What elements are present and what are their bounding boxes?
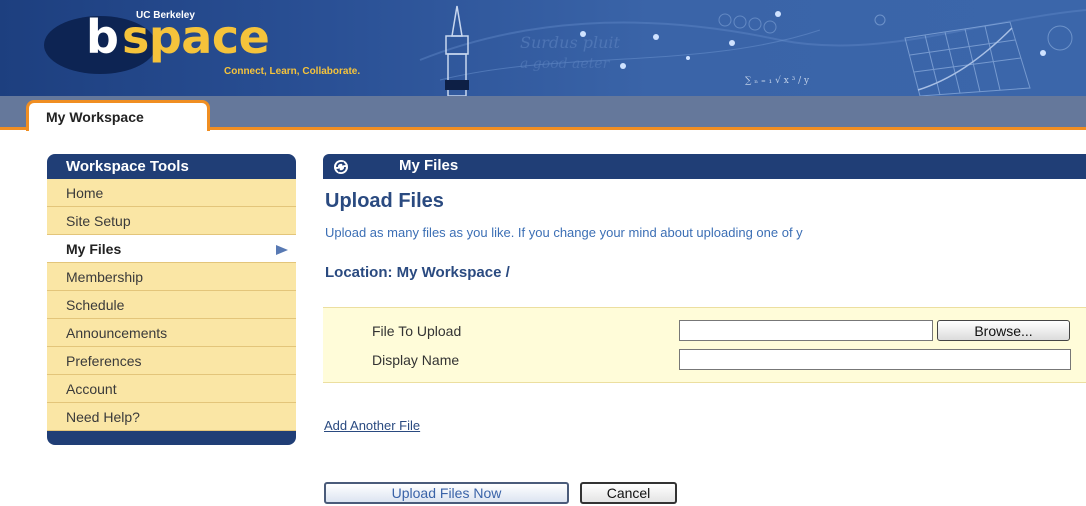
sidebar-item-label: Announcements [66, 325, 168, 341]
sidebar-item-account[interactable]: Account [47, 375, 296, 403]
site-tab-strip: My Workspace [0, 96, 1086, 131]
tool-title-bar: My Files [323, 154, 1086, 179]
sidebar-item-label: Preferences [66, 353, 142, 369]
file-path-input[interactable] [679, 320, 933, 341]
upload-form-panel: File To Upload Browse... Display Name [323, 307, 1086, 383]
upload-instructions: Upload as many files as you like. If you… [325, 225, 803, 240]
display-name-label: Display Name [372, 352, 460, 368]
page-title: Upload Files [325, 190, 444, 212]
sidebar-item-label: My Files [66, 241, 122, 257]
logo-space: space [122, 10, 270, 64]
location-label: Location: My Workspace / [325, 264, 510, 281]
sidebar-title: Workspace Tools [47, 154, 296, 179]
svg-text:∑ ₙ ₌ ₁ √ x ³ / y: ∑ ₙ ₌ ₁ √ x ³ / y [745, 75, 810, 86]
sidebar-item-need-help[interactable]: Need Help? [47, 403, 296, 431]
sidebar-item-label: Schedule [66, 297, 125, 313]
sidebar-footer [47, 431, 296, 445]
upload-files-now-button[interactable]: Upload Files Now [324, 482, 569, 504]
sidebar-item-schedule[interactable]: Schedule [47, 291, 296, 319]
display-name-input[interactable] [679, 349, 1071, 370]
sidebar-item-home[interactable]: Home [47, 179, 296, 207]
tab-label: My Workspace [46, 109, 144, 125]
svg-text:Surdus pluit: Surdus pluit [520, 33, 621, 52]
workspace-tools-menu: Workspace Tools Home Site Setup My Files… [47, 154, 296, 445]
svg-text:a good aeter: a good aeter [520, 56, 611, 72]
logo-tagline: Connect, Learn, Collaborate. [224, 66, 361, 77]
add-another-file-link[interactable]: Add Another File [324, 418, 420, 433]
triangle-right-icon [276, 245, 288, 255]
sidebar-item-membership[interactable]: Membership [47, 263, 296, 291]
sidebar-item-label: Need Help? [66, 409, 140, 425]
site-banner: Surdus pluit a good aeter ∑ ₙ ₌ ₁ √ x ³ … [0, 0, 1086, 96]
tool-title: My Files [399, 157, 459, 174]
cancel-button[interactable]: Cancel [580, 482, 677, 504]
sidebar-item-label: Site Setup [66, 213, 131, 229]
sidebar-item-label: Account [66, 381, 117, 397]
reset-arrows-icon[interactable] [333, 159, 349, 179]
sidebar-item-preferences[interactable]: Preferences [47, 347, 296, 375]
file-to-upload-label: File To Upload [372, 323, 462, 339]
sidebar-item-announcements[interactable]: Announcements [47, 319, 296, 347]
browse-button[interactable]: Browse... [937, 320, 1070, 341]
logo-b: b [86, 10, 119, 64]
tab-my-workspace[interactable]: My Workspace [26, 100, 210, 131]
sidebar-item-my-files[interactable]: My Files [47, 235, 296, 263]
sidebar-item-site-setup[interactable]: Site Setup [47, 207, 296, 235]
sidebar-item-label: Home [66, 185, 104, 201]
sidebar-item-label: Membership [66, 269, 144, 285]
